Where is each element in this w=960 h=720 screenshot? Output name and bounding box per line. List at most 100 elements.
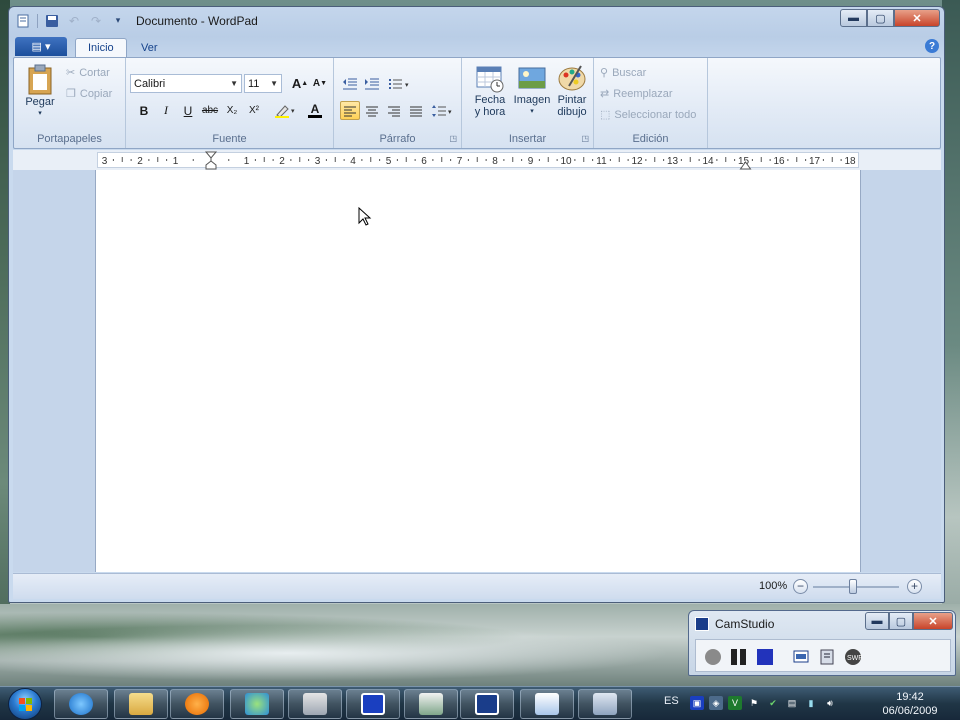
dialog-launcher-icon[interactable]: ◳ <box>581 134 589 143</box>
highlight-button[interactable]: ▾ <box>270 101 298 120</box>
taskbar-explorer[interactable] <box>114 689 168 719</box>
system-tray: ▣ ◈ V ⚑ ✔ ▤ ▮ 🔊︎ <box>690 696 837 710</box>
ruler-tick <box>361 159 363 161</box>
title-bar[interactable]: ↶ ↷ ▾ Documento - WordPad ▬ ▢ ✕ <box>9 7 944 34</box>
taskbar-calculator[interactable] <box>578 689 632 719</box>
zoom-slider-thumb[interactable] <box>849 579 857 594</box>
ruler-number: 13 <box>667 156 679 167</box>
zoom-in-button[interactable]: + <box>907 579 922 594</box>
start-button[interactable] <box>8 688 42 720</box>
options-icon[interactable] <box>818 648 836 666</box>
decrease-indent-icon[interactable] <box>340 74 360 93</box>
paste-button[interactable]: Pegar ▾ <box>24 64 56 120</box>
taskbar-app-7[interactable] <box>404 689 458 719</box>
ruler-tick <box>228 159 230 161</box>
taskbar-internet-explorer[interactable] <box>54 689 108 719</box>
ruler-tick <box>290 159 292 161</box>
maximize-button[interactable]: ▢ <box>867 9 894 27</box>
bold-button[interactable]: B <box>134 101 154 120</box>
font-color-button[interactable]: A <box>302 101 328 120</box>
customize-qat-icon[interactable]: ▾ <box>110 13 126 29</box>
tab-inicio[interactable]: Inicio <box>75 38 127 57</box>
stop-icon[interactable] <box>756 648 774 666</box>
tray-network-icon[interactable]: ◈ <box>709 696 723 710</box>
tray-security-icon[interactable]: ✔ <box>766 696 780 710</box>
tray-flag-icon[interactable]: ⚑ <box>747 696 761 710</box>
grow-font-button[interactable]: A ▲ <box>290 74 310 93</box>
save-icon[interactable] <box>44 13 60 29</box>
dialog-launcher-icon[interactable]: ◳ <box>449 134 457 143</box>
pause-icon[interactable] <box>730 648 748 666</box>
help-icon[interactable]: ? <box>925 39 939 53</box>
camstudio-maximize-button[interactable]: ▢ <box>889 612 913 630</box>
datetime-button[interactable]: Fecha y hora <box>470 64 510 118</box>
tray-app-icon[interactable]: ▣ <box>690 696 704 710</box>
replace-button[interactable]: ⇄ Reemplazar <box>600 87 673 101</box>
taskbar-app-5[interactable] <box>288 689 342 719</box>
language-indicator[interactable]: ES <box>664 695 679 707</box>
paint-drawing-button[interactable]: Pintar dibujo <box>552 64 592 118</box>
align-right-icon[interactable] <box>384 101 404 120</box>
italic-button[interactable]: I <box>156 101 176 120</box>
system-clock[interactable]: 19:42 06/06/2009 <box>870 690 950 718</box>
taskbar-camstudio[interactable] <box>460 689 514 719</box>
tray-signal-icon[interactable]: ▮ <box>804 696 818 710</box>
camstudio-close-button[interactable]: ✕ <box>913 612 953 630</box>
document-page[interactable] <box>95 170 861 572</box>
taskbar-media-player[interactable] <box>170 689 224 719</box>
wordpad-app-icon[interactable] <box>15 13 31 29</box>
svg-text:▾: ▾ <box>405 82 409 89</box>
close-button[interactable]: ✕ <box>894 9 940 27</box>
underline-button[interactable]: U <box>178 101 198 120</box>
binoculars-icon: ⚲ <box>600 67 609 79</box>
redo-icon[interactable]: ↷ <box>88 13 104 29</box>
image-button[interactable]: Imagen ▾ <box>512 64 552 118</box>
tab-ver[interactable]: Ver <box>129 38 170 57</box>
ruler-ticks: 3 2 1 1 2 3 4 5 6 7 8 9 10 11 12 13 14 15 16 17 18 <box>102 151 856 170</box>
font-color-swatch <box>308 115 322 118</box>
select-all-button[interactable]: ⬚ Seleccionar todo <box>600 108 696 122</box>
ruler[interactable]: 3 2 1 1 2 3 4 5 6 7 8 9 10 11 12 13 14 15 16 17 18 <box>13 150 941 170</box>
camstudio-minimize-button[interactable]: ▬ <box>865 612 889 630</box>
font-family-select[interactable]: Calibri ▼ <box>130 74 242 93</box>
subscript-button[interactable]: X₂ <box>222 101 242 120</box>
strikethrough-button[interactable]: abc <box>200 101 220 120</box>
ruler-tick <box>112 159 114 161</box>
justify-icon[interactable] <box>406 101 426 120</box>
ruler-tick <box>441 157 443 162</box>
clock-time: 19:42 <box>896 691 924 703</box>
line-spacing-icon[interactable]: ▾ <box>430 101 456 120</box>
camstudio-window: CamStudio ▬ ▢ ✕ SWF <box>688 610 956 676</box>
taskbar-teamviewer[interactable] <box>346 689 400 719</box>
increase-indent-icon[interactable] <box>362 74 382 93</box>
font-size-select[interactable]: 11 ▼ <box>244 74 282 93</box>
bullets-list-icon[interactable]: ▾ <box>386 74 414 93</box>
align-left-icon[interactable] <box>340 101 360 120</box>
shrink-font-button[interactable]: A ▼ <box>310 74 330 93</box>
tray-app-icon-2[interactable]: ▤ <box>785 696 799 710</box>
record-icon[interactable] <box>704 648 722 666</box>
tray-volume-icon[interactable]: 🔊︎ <box>823 696 837 710</box>
taskbar-wordpad[interactable] <box>520 689 574 719</box>
tray-antivirus-icon[interactable]: V <box>728 696 742 710</box>
find-button[interactable]: ⚲ Buscar <box>600 66 646 80</box>
application-menu-button[interactable]: ▤ ▾ <box>15 37 67 56</box>
align-center-icon[interactable] <box>362 101 382 120</box>
ruler-tick <box>512 157 514 162</box>
grow-font-label: A <box>291 76 302 91</box>
taskbar-messenger[interactable] <box>230 689 284 719</box>
cut-button[interactable]: ✂ Cortar <box>66 66 110 80</box>
superscript-button[interactable]: X² <box>244 101 264 120</box>
svg-text:▾: ▾ <box>448 109 452 116</box>
zoom-out-button[interactable]: − <box>793 579 808 594</box>
swf-icon[interactable]: SWF <box>844 648 862 666</box>
ruler-tick <box>166 159 168 161</box>
copy-button[interactable]: ❐ Copiar <box>66 87 112 101</box>
region-icon[interactable] <box>792 648 810 666</box>
minimize-button[interactable]: ▬ <box>840 9 867 27</box>
left-indent-marker[interactable] <box>204 151 218 170</box>
ruler-tick <box>299 157 301 162</box>
ruler-tick <box>547 157 549 162</box>
undo-icon[interactable]: ↶ <box>66 13 82 29</box>
ruler-tick <box>521 159 523 161</box>
